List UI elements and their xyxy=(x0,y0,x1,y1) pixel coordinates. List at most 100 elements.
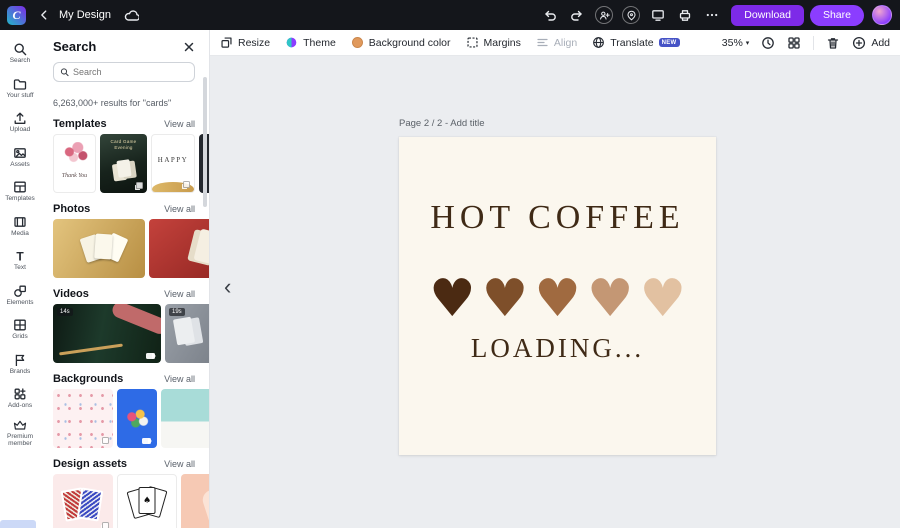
background-color-button[interactable]: Background color xyxy=(351,36,451,49)
plus-circle-icon xyxy=(852,36,866,50)
thumbnail-template-card-game-poster[interactable]: Card Game Evening xyxy=(100,134,147,193)
margins-button[interactable]: Margins xyxy=(466,36,521,49)
search-panel: Search 6,263,000+ results for "cards" Te… xyxy=(40,30,210,528)
download-button[interactable]: Download xyxy=(731,5,804,26)
grid-view-icon xyxy=(787,36,801,50)
thumbnail-video-card-table[interactable]: 14s xyxy=(53,304,161,363)
heart-icon[interactable]: ♥ xyxy=(429,273,476,325)
document-title[interactable]: My Design xyxy=(59,9,111,21)
main-area: Resize Theme Background color Margins Al… xyxy=(210,30,900,528)
timer-button[interactable] xyxy=(761,36,775,50)
back-button[interactable] xyxy=(35,6,53,24)
design-page[interactable]: HOT COFFEE ♥♥♥♥♥ LOADING... xyxy=(399,137,716,455)
page-label[interactable]: Page 2 / 2 - Add title xyxy=(399,118,485,129)
thumbnail-background-pink-pattern[interactable] xyxy=(53,389,113,448)
comment-bubble-icon xyxy=(626,10,637,21)
rail-bottom-promo[interactable] xyxy=(0,520,36,528)
thumbnail-photo-hand-holding-cards[interactable] xyxy=(149,219,209,278)
trash-icon xyxy=(826,36,840,50)
more-options-button[interactable] xyxy=(703,6,721,24)
text-icon: T xyxy=(13,249,27,263)
sidebar-item-label: Search xyxy=(10,57,31,64)
card-shape: ♠ xyxy=(139,487,156,514)
top-bar: C My Design xyxy=(0,0,900,30)
sidebar-item-add-ons[interactable]: Add-ons xyxy=(0,381,40,416)
comments-button[interactable] xyxy=(622,6,640,24)
thumbnail-video-cards-gray[interactable]: 19s xyxy=(165,304,209,363)
thumbnail-template-floral-card[interactable]: Thank You xyxy=(53,134,96,193)
thumbnail-asset-fanned-playing-cards[interactable]: ♠ xyxy=(117,474,177,528)
search-input[interactable] xyxy=(73,67,188,77)
search-icon xyxy=(13,42,27,56)
sidebar-rail: Search Your stuff Upload Assets Template… xyxy=(0,30,40,528)
heart-icon[interactable]: ♥ xyxy=(639,273,686,325)
canvas-area[interactable]: Page 2 / 2 - Add title ‹ HOT COFFEE ♥♥♥♥… xyxy=(210,56,900,528)
background-color-label: Background color xyxy=(369,37,451,49)
add-page-button[interactable]: Add xyxy=(852,36,890,50)
card-title-text[interactable]: HOT COFFEE xyxy=(399,199,716,237)
chevron-left-icon xyxy=(38,9,50,21)
cloud-sync-icon[interactable] xyxy=(123,6,141,24)
thumbnail-asset-hand-illustration[interactable] xyxy=(181,474,209,528)
thumbnail-photo-fanned-cards[interactable] xyxy=(53,219,145,278)
align-label: Align xyxy=(554,37,577,49)
theme-label: Theme xyxy=(303,37,336,49)
monitor-icon xyxy=(651,8,665,22)
close-panel-button[interactable] xyxy=(183,41,195,53)
translate-button[interactable]: Translate NEW xyxy=(592,36,679,49)
sidebar-item-upload[interactable]: Upload xyxy=(0,105,40,140)
crown-icon xyxy=(13,418,27,432)
thumbnail-background-blue-bouquet[interactable] xyxy=(117,389,157,448)
thumbnail-asset-card-backs[interactable] xyxy=(53,474,113,528)
view-all-templates-link[interactable]: View all xyxy=(164,119,195,129)
user-avatar[interactable] xyxy=(872,5,892,25)
thumbnail-background-teal[interactable] xyxy=(161,389,209,448)
share-button[interactable]: Share xyxy=(810,5,864,26)
card-loading-text[interactable]: LOADING... xyxy=(399,333,716,364)
previous-page-button[interactable]: ‹ xyxy=(224,276,231,298)
toolbar-right-group: 35% ▾ Add xyxy=(722,36,890,50)
videos-thumbnail-row: 14s 19s xyxy=(53,304,209,363)
sidebar-item-label: Templates xyxy=(5,195,35,202)
heart-icon[interactable]: ♥ xyxy=(587,273,634,325)
sidebar-item-brands[interactable]: Brands xyxy=(0,347,40,382)
align-button[interactable]: Align xyxy=(536,36,577,49)
view-all-design-assets-link[interactable]: View all xyxy=(164,459,195,469)
video-duration-badge: 19s xyxy=(169,308,185,316)
heart-icon[interactable]: ♥ xyxy=(482,273,529,325)
thumbnail-template-happy-card[interactable]: HAPPY xyxy=(151,134,195,193)
canva-logo-icon[interactable]: C xyxy=(7,6,26,25)
context-toolbar: Resize Theme Background color Margins Al… xyxy=(210,30,900,56)
present-button[interactable] xyxy=(649,6,667,24)
sidebar-item-elements[interactable]: Elements xyxy=(0,278,40,313)
view-all-videos-link[interactable]: View all xyxy=(164,289,195,299)
sidebar-item-premium-member[interactable]: Premium member xyxy=(0,416,40,451)
theme-palette-icon xyxy=(285,36,298,49)
resize-button[interactable]: Resize xyxy=(220,36,270,49)
print-button[interactable] xyxy=(676,6,694,24)
zoom-control[interactable]: 35% ▾ xyxy=(722,37,750,49)
undo-button[interactable] xyxy=(541,6,559,24)
margins-label: Margins xyxy=(484,37,521,49)
photo-badge-icon xyxy=(142,438,151,444)
sidebar-item-media[interactable]: Media xyxy=(0,209,40,244)
pages-grid-view-button[interactable] xyxy=(787,36,801,50)
sidebar-item-text[interactable]: T Text xyxy=(0,243,40,278)
spade-icon: ♠ xyxy=(143,496,151,506)
sidebar-item-grids[interactable]: Grids xyxy=(0,312,40,347)
panel-scrollbar[interactable] xyxy=(203,77,207,207)
theme-button[interactable]: Theme xyxy=(285,36,336,49)
sidebar-item-templates[interactable]: Templates xyxy=(0,174,40,209)
sidebar-item-search[interactable]: Search xyxy=(0,36,40,71)
redo-button[interactable] xyxy=(568,6,586,24)
view-all-backgrounds-link[interactable]: View all xyxy=(164,374,195,384)
video-camera-badge-icon xyxy=(146,353,155,359)
view-all-photos-link[interactable]: View all xyxy=(164,204,195,214)
invite-members-button[interactable] xyxy=(595,6,613,24)
sidebar-item-assets[interactable]: Assets xyxy=(0,140,40,175)
grid-icon xyxy=(13,318,27,332)
sidebar-item-your-stuff[interactable]: Your stuff xyxy=(0,71,40,106)
search-box[interactable] xyxy=(53,62,195,82)
delete-page-button[interactable] xyxy=(826,36,840,50)
heart-icon[interactable]: ♥ xyxy=(534,273,581,325)
